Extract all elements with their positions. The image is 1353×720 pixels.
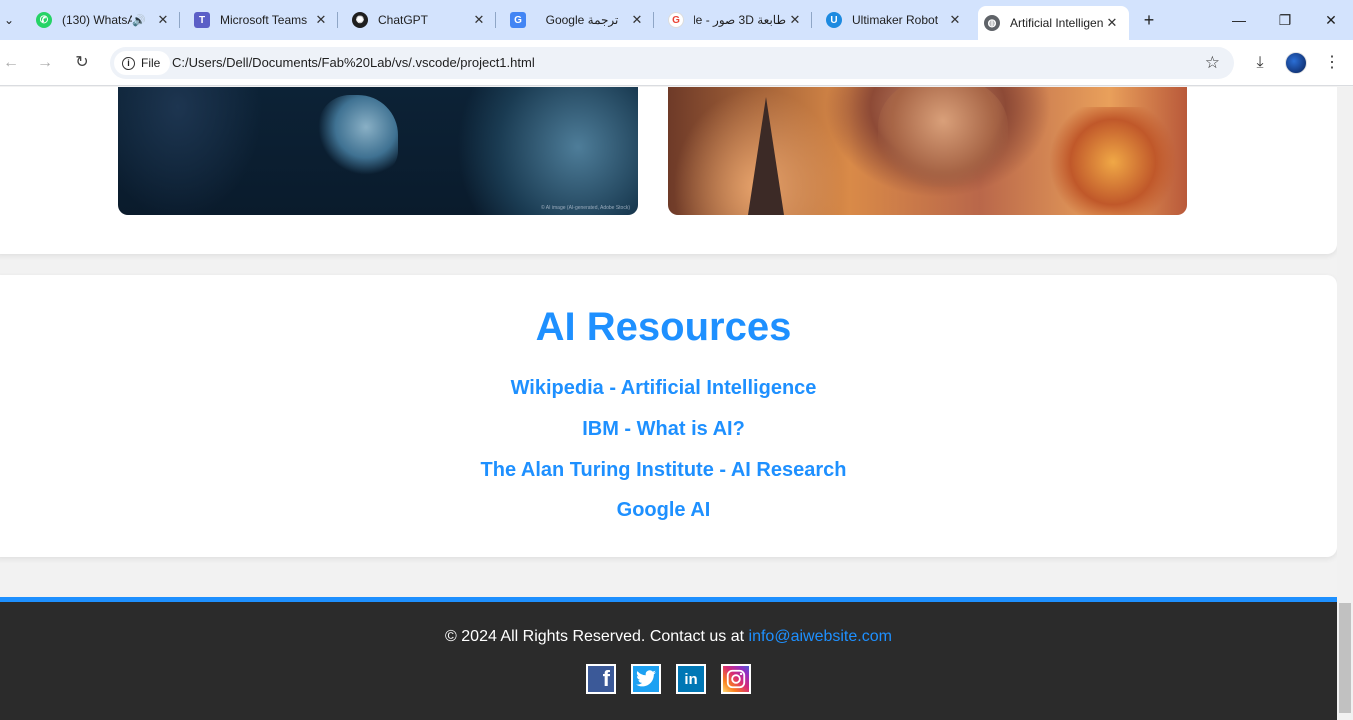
browser-toolbar: ← → ↻ i File C:/Users/Dell/Documents/Fab… xyxy=(0,40,1353,86)
page-scrollbar[interactable] xyxy=(1337,87,1353,720)
tab-separator xyxy=(811,12,812,28)
close-icon[interactable]: ✕ xyxy=(1103,14,1121,32)
tab-chatgpt[interactable]: ✺ ChatGPT ✕ xyxy=(346,0,496,40)
tab-title: Google ترجمة xyxy=(545,13,619,27)
tab-separator xyxy=(337,12,338,28)
info-icon: i xyxy=(122,56,135,70)
footer-email-link[interactable]: info@aiwebsite.com xyxy=(749,628,892,645)
translate-icon: G xyxy=(510,12,526,28)
tab-title: (130) WhatsApp xyxy=(62,13,133,27)
minimize-icon[interactable]: — xyxy=(1229,10,1249,30)
close-icon[interactable]: ✕ xyxy=(312,11,330,29)
twitter-icon[interactable] xyxy=(631,664,661,694)
tab-title: Artificial Intelligence xyxy=(1010,16,1103,30)
gallery-image-robot-hand: © AI image (AI-generated, Adobe Stock) xyxy=(118,87,638,215)
site-footer: © 2024 All Rights Reserved. Contact us a… xyxy=(0,597,1337,720)
tab-strip: ⌄ ✆ (130) WhatsApp 🔊 ✕ T Microsoft Teams… xyxy=(0,0,1353,40)
chatgpt-icon: ✺ xyxy=(352,12,368,28)
tab-title: ChatGPT xyxy=(378,13,429,27)
tab-separator xyxy=(495,12,496,28)
close-icon[interactable]: ✕ xyxy=(628,11,646,29)
link-google-ai[interactable]: Google AI xyxy=(0,498,1337,522)
tab-title: Microsoft Teams xyxy=(220,13,308,27)
ultimaker-icon: U xyxy=(826,12,842,28)
download-icon[interactable]: ⤓ xyxy=(1249,52,1271,74)
scrollbar-thumb[interactable] xyxy=(1339,603,1351,713)
image-detail-tower xyxy=(748,97,784,215)
social-links: f in xyxy=(0,664,1337,694)
tab-teams[interactable]: T Microsoft Teams ✕ xyxy=(188,0,338,40)
menu-kebab-icon[interactable]: ⋮ xyxy=(1321,52,1343,74)
speaker-icon[interactable]: 🔊 xyxy=(132,14,146,27)
address-bar[interactable]: i File C:/Users/Dell/Documents/Fab%20Lab… xyxy=(110,47,1234,79)
image-detail-fire xyxy=(1048,107,1178,215)
globe-icon: ◍ xyxy=(984,15,1000,31)
facebook-icon[interactable]: f xyxy=(586,664,616,694)
footer-copyright: © 2024 All Rights Reserved. Contact us a… xyxy=(0,627,1337,647)
forward-arrow-icon[interactable]: → xyxy=(34,52,56,74)
instagram-camera-icon xyxy=(726,669,746,689)
linkedin-icon[interactable]: in xyxy=(676,664,706,694)
link-alan-turing-institute[interactable]: The Alan Turing Institute - AI Research xyxy=(0,458,1337,482)
url-text[interactable]: C:/Users/Dell/Documents/Fab%20Lab/vs/.vs… xyxy=(172,47,535,79)
site-info-label: File xyxy=(141,56,161,70)
image-detail-hand xyxy=(318,95,398,175)
tab-separator xyxy=(179,12,180,28)
image-credit: © AI image (AI-generated, Adobe Stock) xyxy=(540,205,630,211)
tab-google-translate[interactable]: G Google ترجمة ✕ xyxy=(504,0,654,40)
page-viewport: © AI image (AI-generated, Adobe Stock) A… xyxy=(0,87,1337,720)
teams-icon: T xyxy=(194,12,210,28)
tab-title: Ultimaker Robot xyxy=(852,13,939,27)
whatsapp-icon: ✆ xyxy=(36,12,52,28)
tab-ultimaker[interactable]: U Ultimaker Robot ✕ xyxy=(820,0,972,40)
footer-text: © 2024 All Rights Reserved. Contact us a… xyxy=(445,628,749,645)
google-icon: G xyxy=(668,12,684,28)
link-ibm-what-is-ai[interactable]: IBM - What is AI? xyxy=(0,417,1337,441)
image-detail-face xyxy=(878,87,1008,187)
gallery-image-ai-woman xyxy=(668,87,1187,215)
back-arrow-icon[interactable]: ← xyxy=(0,52,22,74)
tab-artificial-intelligence[interactable]: ◍ Artificial Intelligence ✕ xyxy=(978,6,1129,40)
tab-google-search[interactable]: G طابعة 3D صور - Google ✕ xyxy=(662,0,812,40)
window-close-icon[interactable]: ✕ xyxy=(1321,10,1341,30)
link-wikipedia-ai[interactable]: Wikipedia - Artificial Intelligence xyxy=(0,376,1337,400)
close-icon[interactable]: ✕ xyxy=(786,11,804,29)
close-icon[interactable]: ✕ xyxy=(946,11,964,29)
profile-avatar[interactable] xyxy=(1285,52,1307,74)
resources-section: AI Resources Wikipedia - Artificial Inte… xyxy=(0,275,1337,557)
restore-icon[interactable]: ❐ xyxy=(1275,10,1295,30)
close-icon[interactable]: ✕ xyxy=(154,11,172,29)
tab-whatsapp[interactable]: ✆ (130) WhatsApp 🔊 ✕ xyxy=(30,0,180,40)
new-tab-plus-icon[interactable]: + xyxy=(1139,10,1159,30)
close-icon[interactable]: ✕ xyxy=(470,11,488,29)
tab-title: طابعة 3D صور - Google xyxy=(694,13,786,27)
instagram-icon[interactable] xyxy=(721,664,751,694)
bookmark-star-icon[interactable]: ☆ xyxy=(1205,53,1220,73)
resources-title: AI Resources xyxy=(535,305,792,349)
reload-icon[interactable]: ↻ xyxy=(71,52,93,74)
tab-separator xyxy=(653,12,654,28)
site-info-chip[interactable]: i File xyxy=(114,51,171,75)
twitter-bird-icon xyxy=(636,670,656,687)
gallery-card: © AI image (AI-generated, Adobe Stock) xyxy=(0,87,1337,254)
tab-search-chevron-icon[interactable]: ⌄ xyxy=(0,10,18,30)
